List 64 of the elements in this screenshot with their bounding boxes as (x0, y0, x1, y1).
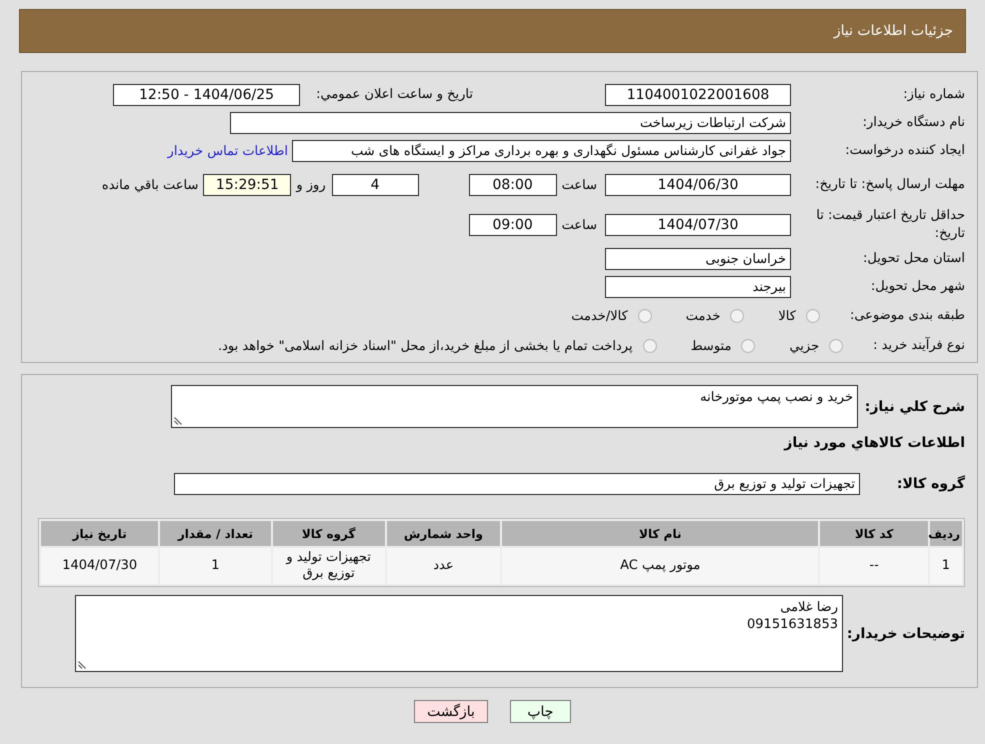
table-cell: تجهیزات تولید و توزیع برق (272, 548, 385, 584)
table-cell: 1404/07/30 (41, 548, 158, 584)
radio-label: جزيي (789, 338, 820, 354)
field-label: مهلت ارسال پاسخ: تا تاریخ: (814, 176, 965, 194)
field-label: طبقه بندی موضوعی: (850, 307, 965, 325)
field-label: تاريخ و ساعت اعلان عمومي: (315, 86, 473, 104)
field-label: شماره نیاز: (902, 86, 965, 104)
reply-date-field[interactable]: 1404/06/30 (605, 174, 791, 196)
page-title: جزئیات اطلاعات نیاز (834, 23, 953, 39)
description-field[interactable]: خرید و نصب پمپ موتورخانه (171, 385, 858, 428)
table-cell: عدد (386, 548, 500, 584)
time-label: ساعت (562, 178, 597, 192)
table-cell: موتور پمپ AC (502, 548, 818, 584)
column-header: تعداد / مقدار (160, 521, 271, 546)
resize-grip-icon[interactable] (174, 417, 182, 425)
column-header: گروه کالا (272, 521, 385, 546)
column-header: واحد شمارش (386, 521, 500, 546)
field-label: نام دستگاه خريدار: (862, 114, 965, 132)
radio-button[interactable] (829, 339, 844, 353)
city-field[interactable]: بیرجند (605, 276, 791, 298)
time-label: ساعت (562, 218, 597, 232)
print-button[interactable]: چاپ (510, 700, 571, 723)
buyer-contact-link[interactable]: اطلاعات تماس خریدار (168, 144, 288, 158)
days-field[interactable]: 4 (332, 174, 419, 196)
announcement-date-field[interactable]: 1404/06/25 - 12:50 (113, 84, 300, 106)
back-button[interactable]: بازگشت (414, 700, 488, 723)
radio-label: کالا (778, 308, 796, 324)
days-label: روز و (296, 178, 326, 192)
need-number-field[interactable]: 1104001022001608 (605, 84, 791, 106)
field-label: حداقل تاریخ اعتبار قیمت: تا تاریخ: (815, 207, 965, 243)
requester-field[interactable]: جواد غفرانی کارشناس مسئول نگهداری و بهره برداری مراکز و ایستگاه های شب (292, 140, 791, 162)
radio-label: خدمت (686, 308, 720, 324)
column-header: کد کالا (820, 521, 928, 546)
table-cell: 1 (160, 548, 271, 584)
table-cell: -- (820, 548, 928, 584)
radio-label: پرداخت تمام یا بخشی از مبلغ خرید،از محل "اسناد خزانه اسلامی" خواهد بود. (218, 338, 633, 354)
radio-label: کالا/خدمت (571, 308, 628, 324)
validity-time-field[interactable]: 09:00 (468, 214, 557, 236)
radio-button[interactable] (638, 309, 652, 323)
resize-grip-icon[interactable] (78, 661, 86, 669)
field-label: توضیحات خریدار: (846, 626, 965, 642)
field-label: شهر محل تحویل: (870, 278, 965, 296)
field-label: ایجاد کننده درخواست: (844, 142, 965, 160)
buyer-organization-field[interactable]: شرکت ارتباطات زیرساخت (230, 112, 791, 134)
column-header: نام کالا (502, 521, 818, 546)
column-header: رديف (930, 521, 962, 546)
field-label: نوع فرآیند خرید : (873, 337, 965, 355)
remaining-label: ساعت باقي مانده (102, 178, 198, 192)
remaining-time-field[interactable]: 15:29:51 (203, 174, 292, 196)
field-label: استان محل تحویل: (862, 250, 965, 268)
goods-group-field[interactable]: تجهیزات تولید و توزیع برق (174, 473, 860, 495)
radio-label: متوسط (690, 338, 732, 354)
table-cell: 1 (930, 548, 962, 584)
radio-button[interactable] (642, 339, 657, 353)
reply-time-field[interactable]: 08:00 (468, 174, 557, 196)
field-label: شرح کلي نياز: (864, 398, 965, 414)
field-label: گروه کالا: (896, 476, 965, 492)
section-heading: اطلاعات کالاهاي مورد نياز (782, 435, 965, 451)
radio-button[interactable] (741, 339, 756, 353)
radio-button[interactable] (730, 309, 744, 323)
validity-date-field[interactable]: 1404/07/30 (605, 214, 791, 236)
radio-button[interactable] (806, 309, 820, 323)
column-header: تاريخ نياز (41, 521, 158, 546)
province-field[interactable]: خراسان جنوبی (605, 248, 791, 270)
